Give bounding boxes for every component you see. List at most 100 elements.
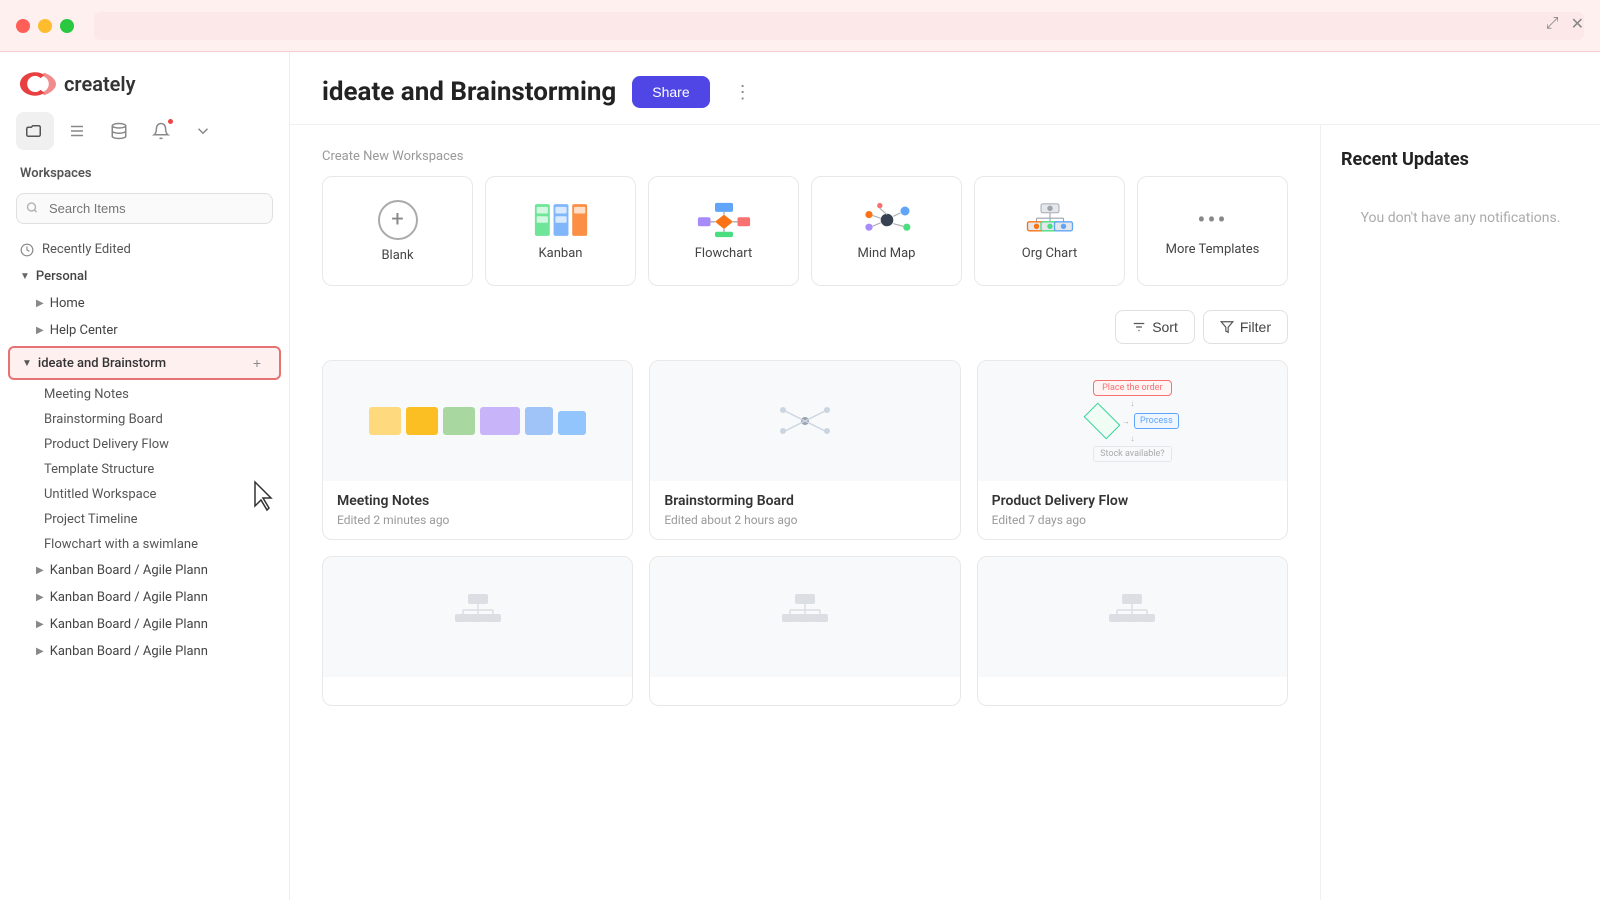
sidebar-item-kanban3[interactable]: ▶ Kanban Board / Agile Plann: [0, 611, 289, 638]
folder-icon-btn[interactable]: [16, 112, 54, 150]
workspaces-heading: Workspaces: [0, 162, 289, 189]
sidebar-item-help-center[interactable]: ▶ Help Center: [0, 317, 289, 344]
minimize-dot[interactable]: [38, 19, 52, 33]
template-kanban[interactable]: Kanban: [485, 176, 636, 286]
template-kanban-label: Kanban: [539, 246, 583, 261]
chevron-right-icon: ▶: [36, 325, 44, 336]
filter-button[interactable]: Filter: [1203, 310, 1288, 344]
sidebar-item-flowchart-swimlane[interactable]: Flowchart with a swimlane: [0, 532, 289, 557]
list-controls: Sort Filter: [322, 310, 1288, 344]
search-input[interactable]: [16, 193, 273, 224]
chevron-right-icon: ▶: [36, 565, 44, 576]
notification-icon-btn[interactable]: [142, 112, 180, 150]
create-section-label: Create New Workspaces: [322, 149, 1288, 164]
creately-logo-icon: [20, 72, 56, 96]
sidebar-item-home[interactable]: ▶ Home: [0, 290, 289, 317]
template-mindmap[interactable]: Mind Map: [811, 176, 962, 286]
chevron-right-icon: ▶: [36, 619, 44, 630]
chevron-right-icon: ▶: [36, 298, 44, 309]
sidebar-item-untitled-workspace[interactable]: Untitled Workspace: [0, 482, 289, 507]
app-layout: creately Workspaces: [0, 52, 1600, 900]
workspace-thumbnail: [323, 557, 632, 677]
workspace-name: Product Delivery Flow: [992, 493, 1273, 509]
filter-icon: [1220, 320, 1234, 334]
workspace-info: [650, 677, 959, 705]
plus-icon: +: [378, 200, 418, 240]
workspace-card-blank-1[interactable]: [322, 556, 633, 706]
workspace-card-product-delivery-flow[interactable]: Place the order ↓ → Process ↓ Stock avai…: [977, 360, 1288, 540]
main-body: Create New Workspaces + Blank: [290, 125, 1600, 900]
recent-updates-panel: Recent Updates You don't have any notifi…: [1320, 125, 1600, 900]
workspace-card-meeting-notes[interactable]: Meeting Notes Edited 2 minutes ago: [322, 360, 633, 540]
chevron-down-icon: ▼: [20, 271, 30, 282]
add-workspace-button[interactable]: +: [247, 353, 267, 373]
workspace-info: [978, 677, 1287, 705]
template-blank[interactable]: + Blank: [322, 176, 473, 286]
template-orgchart[interactable]: Org Chart: [974, 176, 1125, 286]
content-area: Create New Workspaces + Blank: [290, 125, 1320, 900]
sort-icon: [1132, 320, 1146, 334]
mindmap-icon: [859, 202, 915, 238]
recent-updates-title: Recent Updates: [1341, 149, 1580, 170]
workspace-info: Brainstorming Board Edited about 2 hours…: [650, 481, 959, 539]
window-controls: ⤢ ✕: [1546, 14, 1584, 34]
sidebar-item-ideate-brainstorm-active[interactable]: ▼ ideate and Brainstorm +: [8, 346, 281, 380]
sidebar-item-template-structure[interactable]: Template Structure: [0, 457, 289, 482]
sidebar-item-kanban1[interactable]: ▶ Kanban Board / Agile Plann: [0, 557, 289, 584]
no-notifications-text: You don't have any notifications.: [1341, 210, 1580, 226]
template-flowchart[interactable]: Flowchart: [648, 176, 799, 286]
templates-grid: + Blank: [322, 176, 1288, 286]
more-options-button[interactable]: ⋮: [726, 78, 760, 107]
template-more-label: More Templates: [1166, 242, 1260, 257]
search-icon: [26, 201, 38, 216]
more-options-icon-btn[interactable]: [184, 112, 222, 150]
orgchart-icon: [1022, 202, 1078, 238]
database-icon-btn[interactable]: [100, 112, 138, 150]
workspace-thumbnail: Place the order ↓ → Process ↓ Stock avai…: [978, 361, 1287, 481]
sidebar-item-product-delivery-flow[interactable]: Product Delivery Flow: [0, 432, 289, 457]
workspace-edited: Edited 7 days ago: [992, 513, 1273, 527]
org-thumb-icon-3: [1107, 592, 1157, 642]
page-header: ideate and Brainstorming Share ⋮: [290, 52, 1600, 125]
page-title: ideate and Brainstorming: [322, 77, 616, 107]
chevron-right-icon: ▶: [36, 646, 44, 657]
sidebar-item-project-timeline[interactable]: Project Timeline: [0, 507, 289, 532]
kanban-icon: [533, 202, 589, 238]
workspace-info: Meeting Notes Edited 2 minutes ago: [323, 481, 632, 539]
recently-edited-item[interactable]: Recently Edited: [0, 236, 289, 263]
workspace-card-blank-2[interactable]: [649, 556, 960, 706]
titlebar: [0, 0, 1600, 52]
workspace-card-brainstorming-board[interactable]: Brainstorming Board Edited about 2 hours…: [649, 360, 960, 540]
workspace-card-blank-3[interactable]: [977, 556, 1288, 706]
sidebar: creately Workspaces: [0, 52, 290, 900]
url-bar[interactable]: [94, 12, 1584, 40]
list-icon-btn[interactable]: [58, 112, 96, 150]
workspace-thumbnail: [978, 557, 1287, 677]
sidebar-item-brainstorming-board[interactable]: Brainstorming Board: [0, 407, 289, 432]
maximize-dot[interactable]: [60, 19, 74, 33]
workspaces-grid: Meeting Notes Edited 2 minutes ago: [322, 360, 1288, 706]
workspace-thumbnail: [323, 361, 632, 481]
workspace-edited: Edited 2 minutes ago: [337, 513, 618, 527]
search-box: [16, 193, 273, 224]
expand-icon[interactable]: ⤢: [1546, 14, 1559, 34]
workspace-edited: Edited about 2 hours ago: [664, 513, 945, 527]
brainstorm-thumb-svg: [765, 396, 845, 446]
logo-text: creately: [64, 72, 136, 96]
logo: creately: [0, 52, 289, 108]
share-button[interactable]: Share: [632, 76, 709, 108]
sidebar-item-meeting-notes[interactable]: Meeting Notes: [0, 382, 289, 407]
sidebar-item-kanban2[interactable]: ▶ Kanban Board / Agile Plann: [0, 584, 289, 611]
sort-button[interactable]: Sort: [1115, 310, 1195, 344]
close-dot[interactable]: [16, 19, 30, 33]
clock-icon: [20, 243, 34, 257]
chevron-down-icon: ▼: [22, 358, 32, 369]
main-content: ideate and Brainstorming Share ⋮ Create …: [290, 52, 1600, 900]
sidebar-item-personal[interactable]: ▼ Personal: [0, 263, 289, 290]
chevron-right-icon: ▶: [36, 592, 44, 603]
create-new-section: Create New Workspaces + Blank: [322, 149, 1288, 286]
workspace-thumbnail: [650, 361, 959, 481]
close-window-icon[interactable]: ✕: [1571, 14, 1584, 34]
sidebar-item-kanban4[interactable]: ▶ Kanban Board / Agile Plann: [0, 638, 289, 665]
template-more[interactable]: ••• More Templates: [1137, 176, 1288, 286]
